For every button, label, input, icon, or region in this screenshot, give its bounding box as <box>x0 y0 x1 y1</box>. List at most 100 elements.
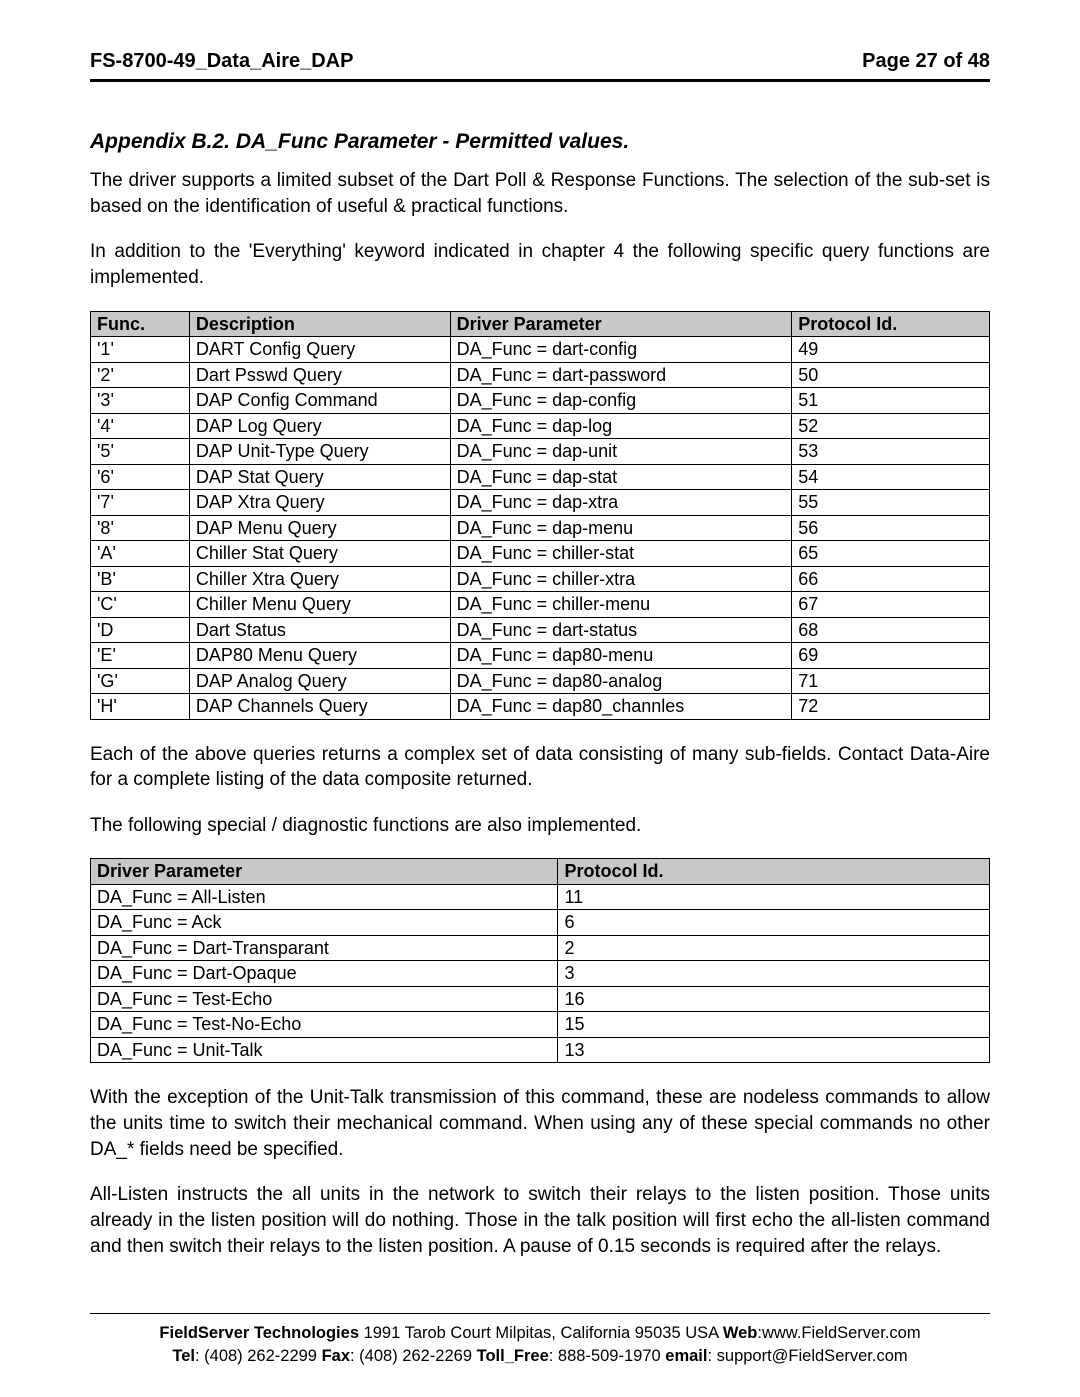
table-cell: DA_Func = dart-password <box>450 362 792 388</box>
table-cell: '5' <box>91 439 190 465</box>
table-cell: DA_Func = dap80_channles <box>450 694 792 720</box>
table-cell: 49 <box>792 337 990 363</box>
table-cell: DA_Func = Dart-Opaque <box>91 961 558 987</box>
paragraph: The following special / diagnostic funct… <box>90 813 990 839</box>
footer-email-label: email <box>665 1347 707 1365</box>
table-cell: '1' <box>91 337 190 363</box>
table-cell: 2 <box>558 935 990 961</box>
paragraph: With the exception of the Unit-Talk tran… <box>90 1085 990 1162</box>
table-cell: DA_Func = dap-menu <box>450 515 792 541</box>
page-footer: FieldServer Technologies 1991 Tarob Cour… <box>90 1313 990 1367</box>
table-row: '1'DART Config QueryDA_Func = dart-confi… <box>91 337 990 363</box>
table-header-row: Func. Description Driver Parameter Proto… <box>91 311 990 337</box>
table-cell: 'A' <box>91 541 190 567</box>
table-row: '6'DAP Stat QueryDA_Func = dap-stat54 <box>91 464 990 490</box>
col-header: Protocol Id. <box>792 311 990 337</box>
table-cell: 13 <box>558 1037 990 1063</box>
table-cell: 51 <box>792 388 990 414</box>
table-cell: DA_Func = dap-stat <box>450 464 792 490</box>
table-cell: 'E' <box>91 643 190 669</box>
table-cell: DA_Func = dap-config <box>450 388 792 414</box>
table-cell: DA_Func = Test-No-Echo <box>91 1012 558 1038</box>
table-row: DA_Func = Dart-Transparant2 <box>91 935 990 961</box>
table-cell: DA_Func = Unit-Talk <box>91 1037 558 1063</box>
table-cell: DA_Func = chiller-xtra <box>450 566 792 592</box>
footer-email: : support@FieldServer.com <box>707 1347 907 1365</box>
table-cell: 16 <box>558 986 990 1012</box>
table-cell: 66 <box>792 566 990 592</box>
table-cell: 54 <box>792 464 990 490</box>
table-cell: DA_Func = dap80-menu <box>450 643 792 669</box>
table-cell: Dart Psswd Query <box>189 362 450 388</box>
table-cell: DA_Func = All-Listen <box>91 884 558 910</box>
table-row: 'G'DAP Analog QueryDA_Func = dap80-analo… <box>91 668 990 694</box>
table-cell: Chiller Stat Query <box>189 541 450 567</box>
table-cell: Chiller Xtra Query <box>189 566 450 592</box>
footer-company: FieldServer Technologies <box>159 1324 359 1342</box>
table-row: '8'DAP Menu QueryDA_Func = dap-menu56 <box>91 515 990 541</box>
table-cell: '7' <box>91 490 190 516</box>
table-cell: 67 <box>792 592 990 618</box>
section-title: Appendix B.2. DA_Func Parameter - Permit… <box>90 130 990 154</box>
table-row: DA_Func = All-Listen11 <box>91 884 990 910</box>
table-row: DA_Func = Ack6 <box>91 910 990 936</box>
table-cell: DA_Func = Dart-Transparant <box>91 935 558 961</box>
table-cell: DA_Func = dap-log <box>450 413 792 439</box>
table-cell: 3 <box>558 961 990 987</box>
table-header-row: Driver Parameter Protocol Id. <box>91 859 990 885</box>
table-cell: 'C' <box>91 592 190 618</box>
footer-web: :www.FieldServer.com <box>757 1324 920 1342</box>
table-cell: DA_Func = dap80-analog <box>450 668 792 694</box>
table-cell: 68 <box>792 617 990 643</box>
table-cell: 50 <box>792 362 990 388</box>
table-cell: '8' <box>91 515 190 541</box>
footer-fax: : (408) 262-2269 <box>350 1347 477 1365</box>
table-row: DA_Func = Test-Echo16 <box>91 986 990 1012</box>
table-row: '2'Dart Psswd QueryDA_Func = dart-passwo… <box>91 362 990 388</box>
table-row: '5'DAP Unit-Type QueryDA_Func = dap-unit… <box>91 439 990 465</box>
table-cell: 65 <box>792 541 990 567</box>
table-row: 'DDart StatusDA_Func = dart-status68 <box>91 617 990 643</box>
table-cell: DAP Config Command <box>189 388 450 414</box>
table-row: '3'DAP Config CommandDA_Func = dap-confi… <box>91 388 990 414</box>
table-cell: DA_Func = dart-config <box>450 337 792 363</box>
table-cell: 'D <box>91 617 190 643</box>
table-cell: DA_Func = dap-xtra <box>450 490 792 516</box>
table-row: DA_Func = Dart-Opaque3 <box>91 961 990 987</box>
table-cell: DA_Func = dap-unit <box>450 439 792 465</box>
table-cell: DA_Func = Test-Echo <box>91 986 558 1012</box>
table-cell: DAP Channels Query <box>189 694 450 720</box>
table-cell: 6 <box>558 910 990 936</box>
table-cell: '4' <box>91 413 190 439</box>
table-row: '4'DAP Log QueryDA_Func = dap-log52 <box>91 413 990 439</box>
paragraph: All-Listen instructs the all units in th… <box>90 1182 990 1259</box>
paragraph: The driver supports a limited subset of … <box>90 168 990 219</box>
table-cell: 72 <box>792 694 990 720</box>
paragraph: Each of the above queries returns a comp… <box>90 742 990 793</box>
table-cell: 53 <box>792 439 990 465</box>
table-cell: 71 <box>792 668 990 694</box>
table-cell: DAP Analog Query <box>189 668 450 694</box>
table-row: 'E'DAP80 Menu QueryDA_Func = dap80-menu6… <box>91 643 990 669</box>
doc-id: FS-8700-49_Data_Aire_DAP <box>90 50 353 73</box>
table-cell: 'G' <box>91 668 190 694</box>
table-cell: 'B' <box>91 566 190 592</box>
table-cell: 52 <box>792 413 990 439</box>
table-row: 'B'Chiller Xtra QueryDA_Func = chiller-x… <box>91 566 990 592</box>
table-cell: DA_Func = chiller-menu <box>450 592 792 618</box>
table-cell: DA_Func = dart-status <box>450 617 792 643</box>
table-cell: '2' <box>91 362 190 388</box>
col-header: Driver Parameter <box>450 311 792 337</box>
page-container: FS-8700-49_Data_Aire_DAP Page 27 of 48 A… <box>0 0 1080 1397</box>
page-number: Page 27 of 48 <box>862 50 990 73</box>
col-header: Protocol Id. <box>558 859 990 885</box>
footer-fax-label: Fax <box>322 1347 350 1365</box>
table-cell: 56 <box>792 515 990 541</box>
table-cell: DAP Stat Query <box>189 464 450 490</box>
table-row: 'H'DAP Channels QueryDA_Func = dap80_cha… <box>91 694 990 720</box>
footer-tel-label: Tel <box>172 1347 195 1365</box>
footer-tollfree: : 888-509-1970 <box>549 1347 666 1365</box>
table-cell: DAP Xtra Query <box>189 490 450 516</box>
table-cell: 15 <box>558 1012 990 1038</box>
table-cell: '3' <box>91 388 190 414</box>
